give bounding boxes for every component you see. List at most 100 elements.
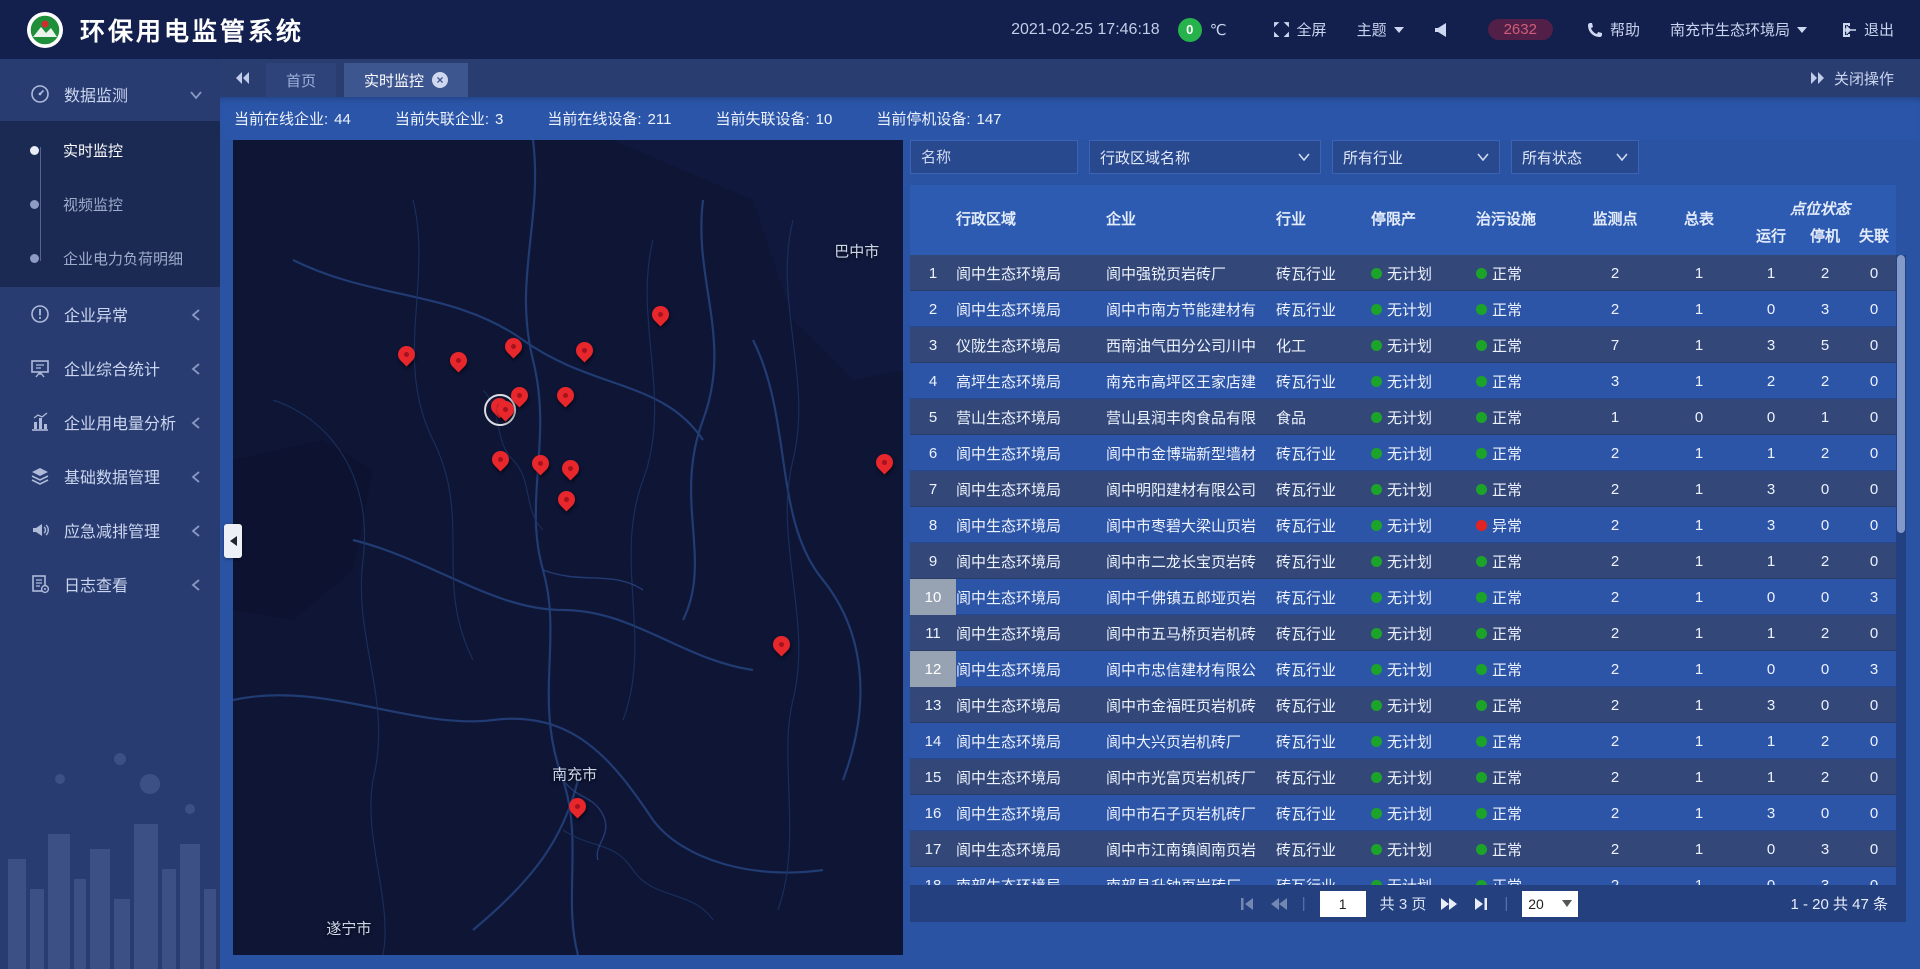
cell-seq: 5 [910, 399, 956, 435]
notification-badge[interactable]: 2632 [1488, 19, 1553, 40]
page-size-select[interactable]: 20 [1522, 891, 1578, 917]
sidebar-subitem[interactable]: 实时监控 [0, 123, 220, 177]
logout-button[interactable]: 退出 [1841, 19, 1894, 40]
map-marker-pin[interactable] [449, 352, 469, 372]
map-marker-pin[interactable] [568, 798, 588, 818]
cell-running: 0 [1744, 831, 1798, 867]
sidebar-subitem-label: 实时监控 [63, 140, 123, 161]
phone-icon [1587, 22, 1603, 38]
scrollbar-thumb[interactable] [1897, 255, 1905, 533]
table-scrollbar[interactable] [1896, 255, 1906, 885]
map-marker-pin[interactable] [651, 306, 671, 326]
cell-stop-production: 无计划 [1371, 615, 1476, 651]
map-marker-pin[interactable] [531, 455, 551, 475]
cell-disconnected: 0 [1852, 723, 1896, 759]
fullscreen-button[interactable]: 全屏 [1273, 19, 1327, 40]
cell-region: 南部生态环境局 [956, 867, 1106, 885]
cell-seq: 2 [910, 291, 956, 327]
sidebar-item-horn[interactable]: 应急减排管理 [0, 503, 220, 557]
cell-disconnected: 0 [1852, 615, 1896, 651]
page-number-input[interactable] [1320, 891, 1366, 917]
table-row[interactable]: 6阆中生态环境局阆中市金博瑞新型墙材砖瓦行业无计划正常21120 [910, 435, 1896, 471]
map-city-label: 南充市 [552, 764, 597, 785]
cell-total-meter: 1 [1654, 723, 1744, 759]
table-row[interactable]: 18南部生态环境局南部县升钟页岩砖厂砖瓦行业无计划正常21030 [910, 867, 1896, 885]
header-enterprise: 企业 [1106, 185, 1276, 255]
cell-total-meter: 0 [1654, 399, 1744, 435]
org-dropdown[interactable]: 南充市生态环境局 [1670, 19, 1807, 40]
map-marker-pin[interactable] [875, 454, 895, 474]
map-marker-pin[interactable] [491, 451, 511, 471]
table-row[interactable]: 15阆中生态环境局阆中市光富页岩机砖厂砖瓦行业无计划正常21120 [910, 759, 1896, 795]
industry-select[interactable]: 所有行业 [1332, 140, 1500, 174]
table-row[interactable]: 4高坪生态环境局南充市高坪区王家店建砖瓦行业无计划正常31220 [910, 363, 1896, 399]
tab-close-icon[interactable]: × [432, 72, 448, 88]
table-row[interactable]: 5营山生态环境局营山县润丰肉食品有限食品无计划正常10010 [910, 399, 1896, 435]
next-page-button[interactable] [1440, 896, 1458, 912]
cell-stopped: 2 [1798, 435, 1852, 471]
tab-realtime-monitor[interactable]: 实时监控 × [344, 63, 468, 97]
status-dot-icon [1476, 376, 1487, 387]
map-city-label: 巴中市 [834, 240, 879, 261]
sidebar-item-board[interactable]: 企业综合统计 [0, 341, 220, 395]
last-page-button[interactable] [1472, 896, 1490, 912]
table-row[interactable]: 2阆中生态环境局阆中市南方节能建材有砖瓦行业无计划正常21030 [910, 291, 1896, 327]
header-region: 行政区域 [956, 185, 1106, 255]
sidebar-item-alert[interactable]: 企业异常 [0, 287, 220, 341]
close-operations-button[interactable]: 关闭操作 [1810, 68, 1894, 89]
cell-stopped: 0 [1798, 795, 1852, 831]
map-panel[interactable]: 巴中市南充市遂宁市 [233, 140, 903, 955]
map-marker-pin[interactable] [772, 636, 792, 656]
theme-label: 主题 [1357, 19, 1387, 40]
status-dot-icon [1371, 664, 1382, 675]
table-row[interactable]: 1阆中生态环境局阆中强锐页岩砖厂砖瓦行业无计划正常21120 [910, 255, 1896, 291]
tabs-scroll-left-button[interactable] [228, 61, 258, 95]
pin-body-icon [872, 451, 896, 475]
theme-dropdown[interactable]: 主题 [1357, 19, 1404, 40]
map-marker-pin[interactable] [397, 346, 417, 366]
tab-home[interactable]: 首页 [266, 63, 336, 97]
table-row[interactable]: 3仪陇生态环境局西南油气田分公司川中化工无计划正常71350 [910, 327, 1896, 363]
region-select[interactable]: 行政区域名称 [1089, 140, 1321, 174]
tab-realtime-label: 实时监控 [364, 70, 424, 91]
sidebar-item-layers[interactable]: 基础数据管理 [0, 449, 220, 503]
status-dot-icon [1476, 340, 1487, 351]
help-button[interactable]: 帮助 [1587, 19, 1640, 40]
sidebar-item-log[interactable]: 日志查看 [0, 557, 220, 611]
cell-stopped: 1 [1798, 399, 1852, 435]
map-marker-pin[interactable] [557, 491, 577, 511]
topbar-right: 2021-02-25 17:46:18 0 ℃ 全屏 主题 2632 帮助 南充… [1011, 18, 1920, 42]
status-select[interactable]: 所有状态 [1511, 140, 1639, 174]
sidebar-collapse-handle[interactable] [224, 524, 242, 558]
status-metric-value: 211 [648, 111, 672, 128]
map-marker-pin[interactable] [575, 342, 595, 362]
status-dot-icon [1476, 592, 1487, 603]
map-marker-pin[interactable] [561, 460, 581, 480]
table-row[interactable]: 14阆中生态环境局阆中大兴页岩机砖厂砖瓦行业无计划正常21120 [910, 723, 1896, 759]
first-page-button[interactable] [1238, 896, 1256, 912]
table-row[interactable]: 8阆中生态环境局阆中市枣碧大梁山页岩砖瓦行业无计划异常21300 [910, 507, 1896, 543]
speaker-muted-icon[interactable] [1434, 22, 1448, 38]
table-row[interactable]: 17阆中生态环境局阆中市江南镇阆南页岩砖瓦行业无计划正常21030 [910, 831, 1896, 867]
map-marker-pin[interactable] [504, 338, 524, 358]
prev-page-button[interactable] [1270, 896, 1288, 912]
sidebar-subitem[interactable]: 企业电力负荷明细 [0, 231, 220, 285]
name-search-input[interactable] [910, 140, 1078, 174]
pin-body-icon [502, 335, 526, 359]
cell-region: 阆中生态环境局 [956, 831, 1106, 867]
sidebar-item-chart[interactable]: 企业用电量分析 [0, 395, 220, 449]
sidebar-subitem[interactable]: 视频监控 [0, 177, 220, 231]
filter-row: 行政区域名称 所有行业 所有状态 [910, 140, 1906, 174]
sidebar-item-gauge[interactable]: 数据监测 [0, 67, 220, 121]
table-row[interactable]: 16阆中生态环境局阆中市石子页岩机砖厂砖瓦行业无计划正常21300 [910, 795, 1896, 831]
cell-seq: 1 [910, 255, 956, 291]
table-row[interactable]: 7阆中生态环境局阆中明阳建材有限公司砖瓦行业无计划正常21300 [910, 471, 1896, 507]
map-marker-pin[interactable] [496, 401, 516, 421]
table-row[interactable]: 10阆中生态环境局阆中千佛镇五郎垭页岩砖瓦行业无计划正常21003 [910, 579, 1896, 615]
map-marker-pin[interactable] [556, 387, 576, 407]
cell-total-meter: 1 [1654, 471, 1744, 507]
table-row[interactable]: 11阆中生态环境局阆中市五马桥页岩机砖砖瓦行业无计划正常21120 [910, 615, 1896, 651]
table-row[interactable]: 12阆中生态环境局阆中市忠信建材有限公砖瓦行业无计划正常21003 [910, 651, 1896, 687]
table-row[interactable]: 9阆中生态环境局阆中市二龙长宝页岩砖砖瓦行业无计划正常21120 [910, 543, 1896, 579]
table-row[interactable]: 13阆中生态环境局阆中市金福旺页岩机砖砖瓦行业无计划正常21300 [910, 687, 1896, 723]
